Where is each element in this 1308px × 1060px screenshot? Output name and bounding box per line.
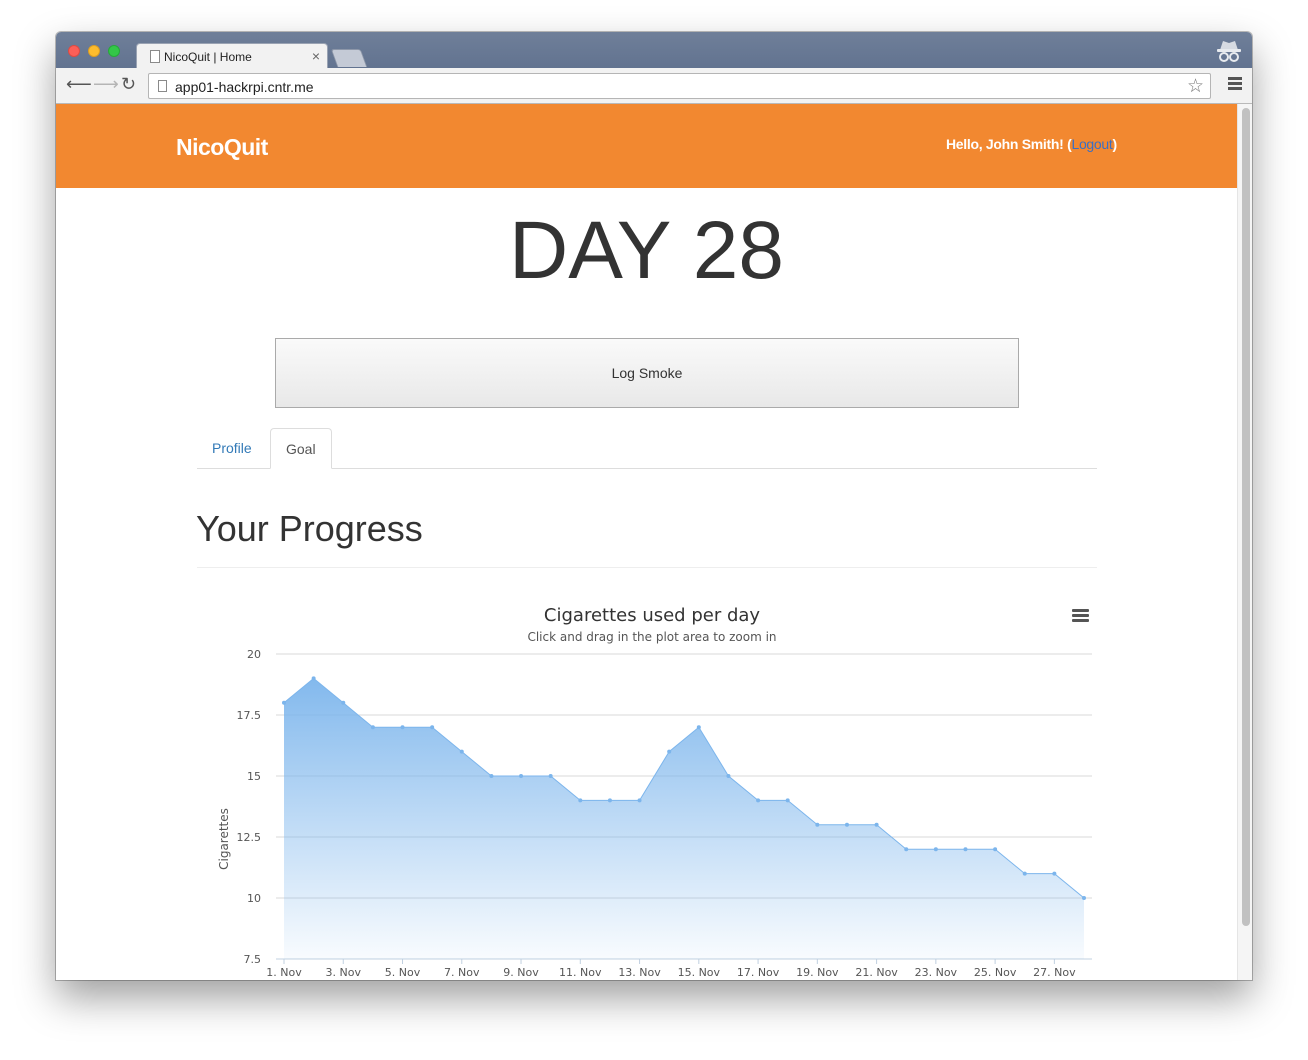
- data-point[interactable]: [785, 798, 790, 803]
- chart-container: Cigarettes used per day Click and drag i…: [56, 104, 1237, 980]
- cigarettes-chart[interactable]: Cigarettes used per day Click and drag i…: [56, 104, 1237, 980]
- address-bar[interactable]: app01-hackrpi.cntr.me ☆: [148, 73, 1211, 99]
- tab-title: NicoQuit | Home: [164, 50, 252, 64]
- url-text: app01-hackrpi.cntr.me: [175, 79, 314, 95]
- y-tick-label: 20: [247, 648, 261, 661]
- chart-subtitle: Click and drag in the plot area to zoom …: [527, 630, 776, 644]
- x-tick-label: 11. Nov: [559, 966, 602, 979]
- data-point[interactable]: [726, 774, 731, 778]
- data-point[interactable]: [1052, 871, 1057, 876]
- data-point[interactable]: [578, 798, 583, 803]
- browser-toolbar: ⟵ ⟶ ↻ app01-hackrpi.cntr.me ☆: [56, 68, 1252, 104]
- y-tick-label: 10: [247, 892, 261, 905]
- data-point[interactable]: [607, 798, 612, 803]
- y-tick-label: 17.5: [237, 709, 262, 722]
- data-point[interactable]: [637, 798, 642, 803]
- title-bar: NicoQuit | Home ×: [56, 32, 1252, 69]
- data-point[interactable]: [963, 847, 968, 852]
- page-viewport: NicoQuit Hello, John Smith! (Logout) DAY…: [56, 104, 1237, 980]
- data-point[interactable]: [459, 749, 464, 754]
- x-tick-label: 15. Nov: [678, 966, 721, 979]
- data-point[interactable]: [430, 725, 435, 730]
- data-point[interactable]: [282, 700, 286, 705]
- chart-menu-icon[interactable]: [1072, 609, 1089, 622]
- data-point[interactable]: [1022, 871, 1027, 876]
- x-tick-label: 19. Nov: [796, 966, 839, 979]
- browser-window: NicoQuit | Home × ⟵ ⟶ ↻ app01-hackrpi.cn…: [56, 32, 1252, 980]
- zoom-window-button[interactable]: [108, 45, 120, 57]
- x-tick-label: 1. Nov: [266, 966, 302, 979]
- data-point[interactable]: [370, 725, 375, 730]
- page-scrollbar[interactable]: [1237, 104, 1252, 980]
- data-point[interactable]: [696, 725, 701, 730]
- y-tick-label: 12.5: [237, 831, 262, 844]
- data-point[interactable]: [1082, 896, 1086, 900]
- x-tick-label: 23. Nov: [915, 966, 958, 979]
- close-window-button[interactable]: [68, 45, 80, 57]
- x-tick-label: 21. Nov: [855, 966, 898, 979]
- data-point[interactable]: [874, 822, 879, 827]
- data-point[interactable]: [400, 725, 405, 730]
- new-tab-button[interactable]: [330, 49, 368, 67]
- x-tick-label: 25. Nov: [974, 966, 1017, 979]
- data-point[interactable]: [815, 822, 820, 827]
- data-point[interactable]: [667, 749, 672, 754]
- data-point[interactable]: [933, 847, 938, 852]
- data-point[interactable]: [844, 822, 849, 827]
- data-point[interactable]: [993, 847, 998, 852]
- data-point[interactable]: [489, 774, 494, 778]
- x-tick-label: 9. Nov: [503, 966, 539, 979]
- x-tick-label: 27. Nov: [1033, 966, 1076, 979]
- x-tick-label: 7. Nov: [444, 966, 480, 979]
- data-point[interactable]: [341, 700, 346, 705]
- x-tick-label: 17. Nov: [737, 966, 780, 979]
- reload-icon[interactable]: ↻: [121, 74, 136, 95]
- chart-title: Cigarettes used per day: [544, 605, 760, 626]
- x-tick-label: 5. Nov: [385, 966, 421, 979]
- browser-menu-icon[interactable]: [1228, 77, 1242, 92]
- incognito-icon: [1217, 41, 1241, 62]
- back-arrow-icon[interactable]: ⟵: [66, 74, 92, 95]
- browser-tab[interactable]: NicoQuit | Home ×: [136, 43, 328, 69]
- series-area: [284, 678, 1084, 959]
- page-icon: [158, 80, 167, 92]
- y-tick-label: 15: [247, 770, 261, 783]
- tab-close-icon[interactable]: ×: [312, 48, 320, 64]
- data-point[interactable]: [904, 847, 909, 852]
- data-point[interactable]: [548, 774, 553, 778]
- x-tick-label: 3. Nov: [326, 966, 362, 979]
- data-point[interactable]: [519, 774, 524, 778]
- forward-arrow-icon[interactable]: ⟶: [93, 74, 119, 95]
- bookmark-star-icon[interactable]: ☆: [1187, 75, 1204, 98]
- page-icon: [150, 50, 160, 63]
- x-tick-label: 13. Nov: [618, 966, 661, 979]
- minimize-window-button[interactable]: [88, 45, 100, 57]
- data-point[interactable]: [311, 676, 316, 681]
- data-point[interactable]: [756, 798, 761, 803]
- scrollbar-thumb[interactable]: [1242, 108, 1250, 926]
- y-axis-title: Cigarettes: [217, 808, 231, 870]
- y-tick-label: 7.5: [244, 953, 262, 966]
